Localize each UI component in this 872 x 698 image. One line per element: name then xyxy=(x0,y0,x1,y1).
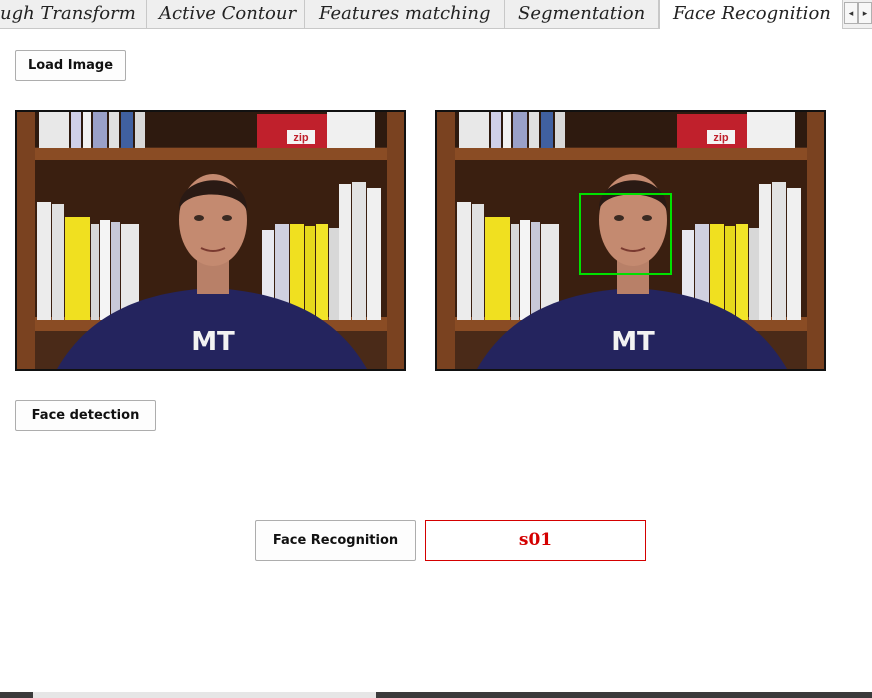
tab-hough-transform[interactable]: ugh Transform xyxy=(0,0,147,28)
book-label: zip xyxy=(293,132,309,144)
detection-result-photo: zip MT xyxy=(437,112,824,369)
tab-scroll-left-button[interactable]: ◂ xyxy=(844,2,858,24)
tab-features-matching[interactable]: Features matching xyxy=(305,0,505,28)
tab-label: Features matching xyxy=(319,3,491,24)
detection-result-image: zip MT xyxy=(435,110,826,371)
tab-segmentation[interactable]: Segmentation xyxy=(505,0,659,28)
tab-label: Face Recognition xyxy=(673,3,831,24)
load-image-button[interactable]: Load Image xyxy=(15,50,126,81)
tab-face-recognition[interactable]: Face Recognition xyxy=(659,0,843,29)
tab-label: ugh Transform xyxy=(0,3,136,24)
chevron-right-icon: ▸ xyxy=(862,8,868,18)
tab-active-contour[interactable]: Active Contour xyxy=(147,0,305,28)
shirt-logo: MT xyxy=(611,327,655,357)
original-image-photo: zip MT xyxy=(17,112,404,369)
book-label: zip xyxy=(713,132,729,144)
chevron-left-icon: ◂ xyxy=(848,8,854,18)
scrollbar-thumb[interactable] xyxy=(33,692,376,698)
shirt-logo: MT xyxy=(191,327,235,357)
tab-scroll-right-button[interactable]: ▸ xyxy=(858,2,872,24)
tab-label: Segmentation xyxy=(518,3,646,24)
tab-strip: ugh Transform Active Contour Features ma… xyxy=(0,0,872,29)
original-image: zip MT xyxy=(15,110,406,371)
recognition-result-field: s01 xyxy=(425,520,646,561)
horizontal-scrollbar[interactable] xyxy=(0,692,872,698)
face-detection-button[interactable]: Face detection xyxy=(15,400,156,431)
face-recognition-button[interactable]: Face Recognition xyxy=(255,520,416,561)
tab-label: Active Contour xyxy=(159,3,297,24)
